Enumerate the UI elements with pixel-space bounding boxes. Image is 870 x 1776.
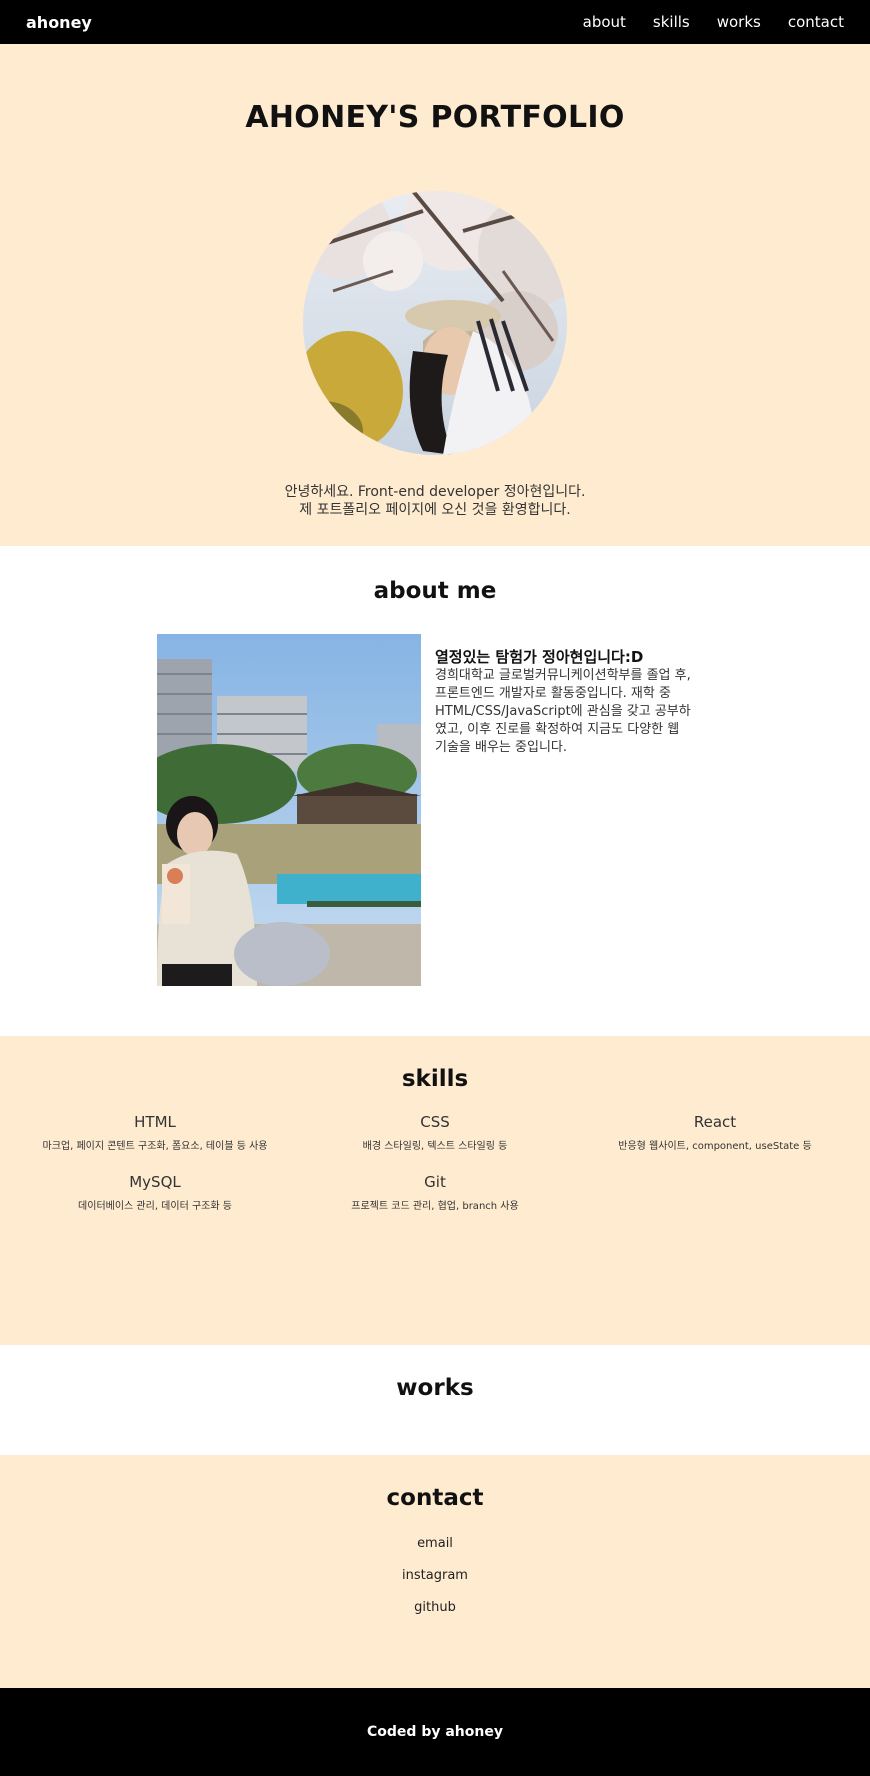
skill-desc: 마크업, 페이지 콘텐트 구조화, 폼요소, 테이블 등 사용 bbox=[42, 1141, 268, 1152]
about-section: about me 열정있는 탐험가 정아현입니다:D 경희대학교 글로벌커뮤니케… bbox=[0, 546, 870, 1036]
about-description: 경희대학교 글로벌커뮤니케이션학부를 졸업 후, 프론트엔드 개발자로 활동중입… bbox=[435, 668, 691, 755]
works-title: works bbox=[396, 1375, 474, 1401]
skill-desc: 배경 스타일링, 텍스트 스타일링 등 bbox=[362, 1141, 508, 1152]
navbar: ahoney about skills works contact bbox=[0, 0, 870, 44]
hero-title: AHONEY'S PORTFOLIO bbox=[245, 100, 625, 135]
hero-intro: 안녕하세요. Front-end developer 정아현입니다. 제 포트폴… bbox=[0, 483, 870, 519]
skill-desc: 프로젝트 코드 관리, 협업, branch 사용 bbox=[351, 1201, 519, 1212]
nav-link-about[interactable]: about bbox=[583, 13, 626, 31]
skill-name: CSS bbox=[420, 1113, 450, 1131]
about-text: 열정있는 탐험가 정아현입니다:D 경희대학교 글로벌커뮤니케이션학부를 졸업 … bbox=[421, 634, 693, 986]
skill-item-html: HTML 마크업, 페이지 콘텐트 구조화, 폼요소, 테이블 등 사용 bbox=[15, 1112, 295, 1152]
works-section: works bbox=[0, 1345, 870, 1455]
skill-name: React bbox=[693, 1113, 737, 1131]
skill-item-git: Git 프로젝트 코드 관리, 협업, branch 사용 bbox=[295, 1172, 575, 1212]
skills-grid: HTML 마크업, 페이지 콘텐트 구조화, 폼요소, 테이블 등 사용 CSS… bbox=[15, 1112, 855, 1212]
nav-link-works[interactable]: works bbox=[717, 13, 761, 31]
contact-link-instagram[interactable]: instagram bbox=[402, 1565, 468, 1587]
nav-link-skills[interactable]: skills bbox=[653, 13, 690, 31]
profile-photo-image bbox=[303, 191, 567, 455]
contact-section: contact email instagram github bbox=[0, 1455, 870, 1688]
footer: Coded by ahoney bbox=[0, 1688, 870, 1776]
contact-link-github[interactable]: github bbox=[414, 1597, 456, 1619]
contact-links: email instagram github bbox=[0, 1533, 870, 1619]
hero-intro-line1: 안녕하세요. Front-end developer 정아현입니다. bbox=[284, 484, 586, 500]
contact-title: contact bbox=[386, 1485, 484, 1511]
about-title: about me bbox=[373, 578, 497, 604]
skill-desc: 데이터베이스 관리, 데이터 구조화 등 bbox=[78, 1201, 232, 1212]
skill-item-css: CSS 배경 스타일링, 텍스트 스타일링 등 bbox=[295, 1112, 575, 1152]
skill-name: HTML bbox=[134, 1113, 176, 1131]
contact-link-email[interactable]: email bbox=[417, 1533, 453, 1555]
footer-text: Coded by ahoney bbox=[367, 1724, 503, 1740]
hero-intro-line2: 제 포트폴리오 페이지에 오신 것을 환영합니다. bbox=[299, 502, 571, 518]
about-photo-image bbox=[157, 634, 421, 986]
skill-name: MySQL bbox=[129, 1173, 181, 1191]
profile-photo bbox=[303, 191, 567, 455]
skills-section: skills HTML 마크업, 페이지 콘텐트 구조화, 폼요소, 테이블 등… bbox=[0, 1036, 870, 1345]
skill-desc: 반응형 웹사이트, component, useState 등 bbox=[618, 1141, 812, 1152]
skill-item-react: React 반응형 웹사이트, component, useState 등 bbox=[575, 1112, 855, 1152]
brand-logo-link[interactable]: ahoney bbox=[26, 13, 92, 32]
about-photo bbox=[157, 634, 421, 986]
about-body: 열정있는 탐험가 정아현입니다:D 경희대학교 글로벌커뮤니케이션학부를 졸업 … bbox=[0, 634, 870, 986]
skill-name: Git bbox=[424, 1173, 446, 1191]
nav-link-contact[interactable]: contact bbox=[788, 13, 844, 31]
hero-section: AHONEY'S PORTFOLIO 안녕하세요. Front-end deve… bbox=[0, 44, 870, 546]
skill-item-mysql: MySQL 데이터베이스 관리, 데이터 구조화 등 bbox=[15, 1172, 295, 1212]
nav-links: about skills works contact bbox=[583, 13, 844, 31]
about-heading: 열정있는 탐험가 정아현입니다:D bbox=[435, 648, 644, 666]
skills-title: skills bbox=[401, 1066, 469, 1092]
